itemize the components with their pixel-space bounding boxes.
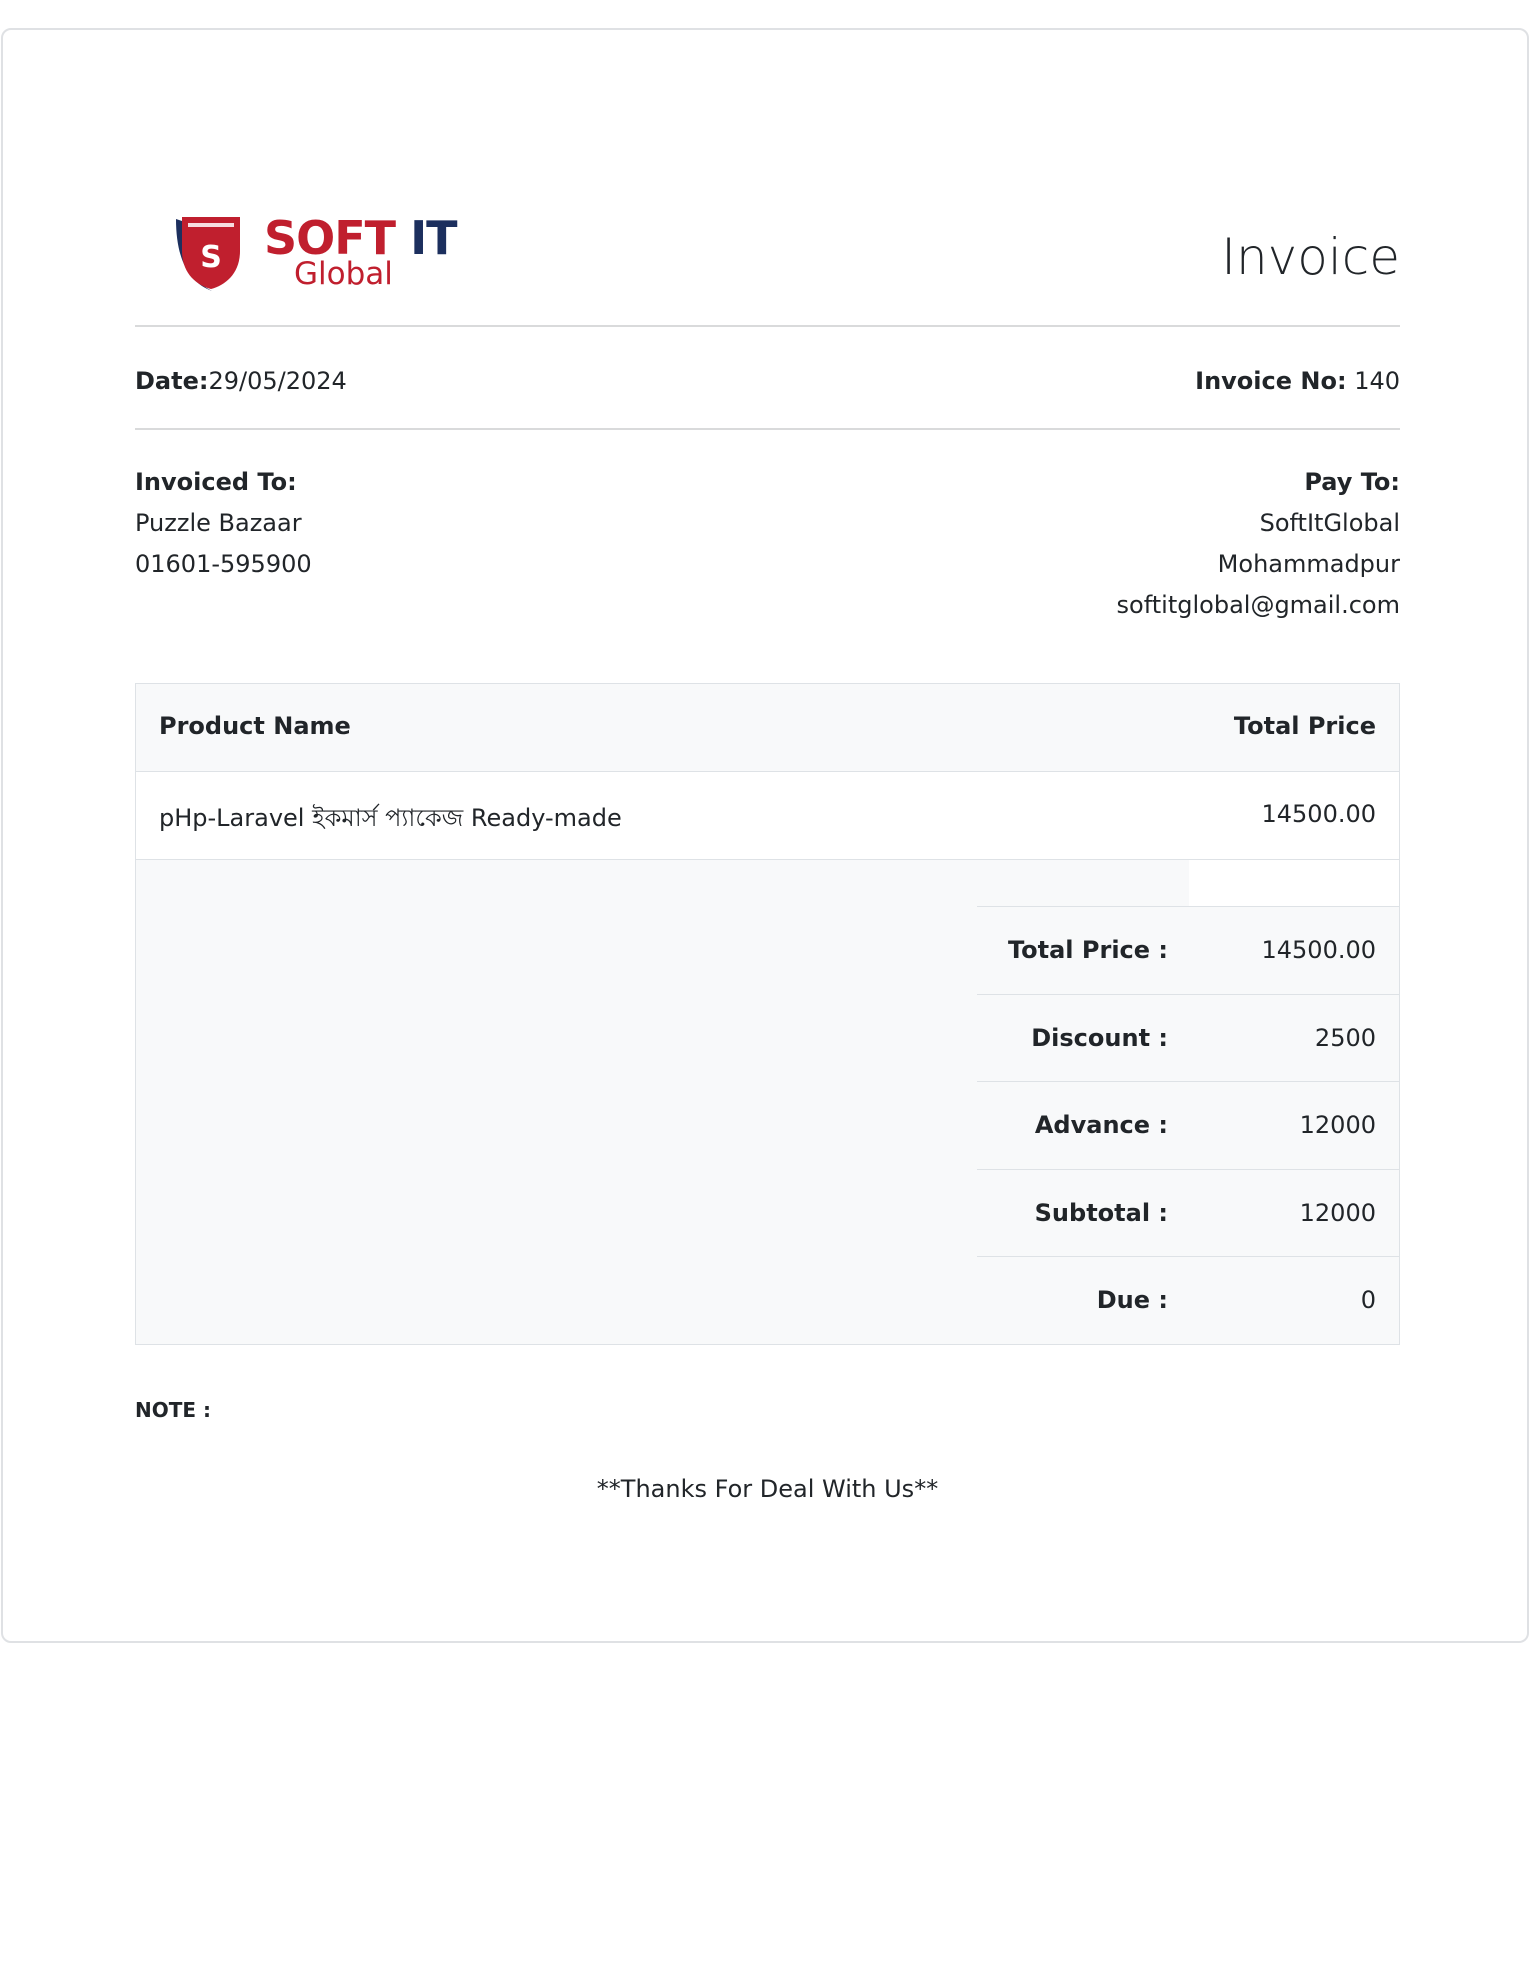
summary-value: 12000	[1299, 1111, 1376, 1139]
svg-text:S: S	[200, 240, 222, 275]
invoiced-to-name: Puzzle Bazaar	[135, 509, 302, 537]
page-title: Invoice	[1221, 228, 1400, 286]
column-header-product: Product Name	[159, 712, 351, 740]
pay-to-name: SoftItGlobal	[1259, 509, 1400, 537]
invoice-card: S SOFT IT Global Invoice Date:29/05/2024…	[1, 28, 1529, 1643]
invoice-header: S SOFT IT Global Invoice	[135, 185, 1400, 305]
company-logo: S SOFT IT Global	[170, 211, 470, 293]
divider	[135, 428, 1400, 430]
invoice-number-label: Invoice No:	[1195, 367, 1347, 395]
column-header-price: Total Price	[1233, 712, 1376, 740]
summary-row-subtotal: Subtotal : 12000	[977, 1169, 1399, 1257]
invoice-number-value: 140	[1354, 367, 1400, 395]
shield-logo-icon: S	[176, 217, 240, 291]
pay-to-block: Pay To: SoftItGlobal Mohammadpur softitg…	[1117, 462, 1400, 626]
summary-label: Discount :	[1031, 1024, 1168, 1052]
summary-row-advance: Advance : 12000	[977, 1081, 1399, 1169]
invoice-table: Product Name Total Price pHp-Laravel ইকম…	[135, 683, 1400, 1345]
pay-to-address: Mohammadpur	[1217, 550, 1400, 578]
table-header: Product Name Total Price	[136, 684, 1399, 772]
summary-label: Total Price :	[1007, 936, 1168, 964]
date-label: Date:	[135, 367, 209, 395]
invoiced-to-phone: 01601-595900	[135, 550, 312, 578]
summary-label: Subtotal :	[1034, 1199, 1168, 1227]
logo-wordmark: SOFT IT Global	[264, 211, 474, 293]
product-price-cell: 14500.00	[1261, 800, 1376, 828]
summary-value: 2500	[1314, 1024, 1376, 1052]
logo-brand-sub: Global	[294, 256, 393, 292]
summary-value: 0	[1360, 1286, 1376, 1314]
summary-row-due: Due : 0	[977, 1256, 1399, 1344]
summary-value: 12000	[1299, 1199, 1376, 1227]
summary-spacer	[1189, 860, 1399, 906]
logo-brand-it: IT	[410, 211, 457, 265]
invoice-date: Date:29/05/2024	[135, 366, 347, 396]
pay-to-label: Pay To:	[1304, 468, 1400, 496]
product-name-cell: pHp-Laravel ইকমার্স প্যাকেজ Ready-made	[159, 804, 622, 832]
invoiced-to-label: Invoiced To:	[135, 468, 297, 496]
summary-row-total-price: Total Price : 14500.00	[977, 906, 1399, 994]
thanks-message: **Thanks For Deal With Us**	[596, 1475, 939, 1503]
invoice-number: Invoice No: 140	[1195, 366, 1400, 396]
summary-label: Advance :	[1034, 1111, 1168, 1139]
pay-to-email: softitglobal@gmail.com	[1116, 591, 1400, 619]
summary-value: 14500.00	[1261, 936, 1376, 964]
table-row: pHp-Laravel ইকমার্স প্যাকেজ Ready-made 1…	[136, 772, 1399, 860]
divider	[135, 325, 1400, 327]
summary-row-discount: Discount : 2500	[977, 994, 1399, 1082]
note-label: NOTE :	[135, 1398, 212, 1422]
date-value: 29/05/2024	[208, 367, 347, 395]
invoiced-to-block: Invoiced To: Puzzle Bazaar 01601-595900	[135, 462, 312, 585]
summary-label: Due :	[1096, 1286, 1168, 1314]
